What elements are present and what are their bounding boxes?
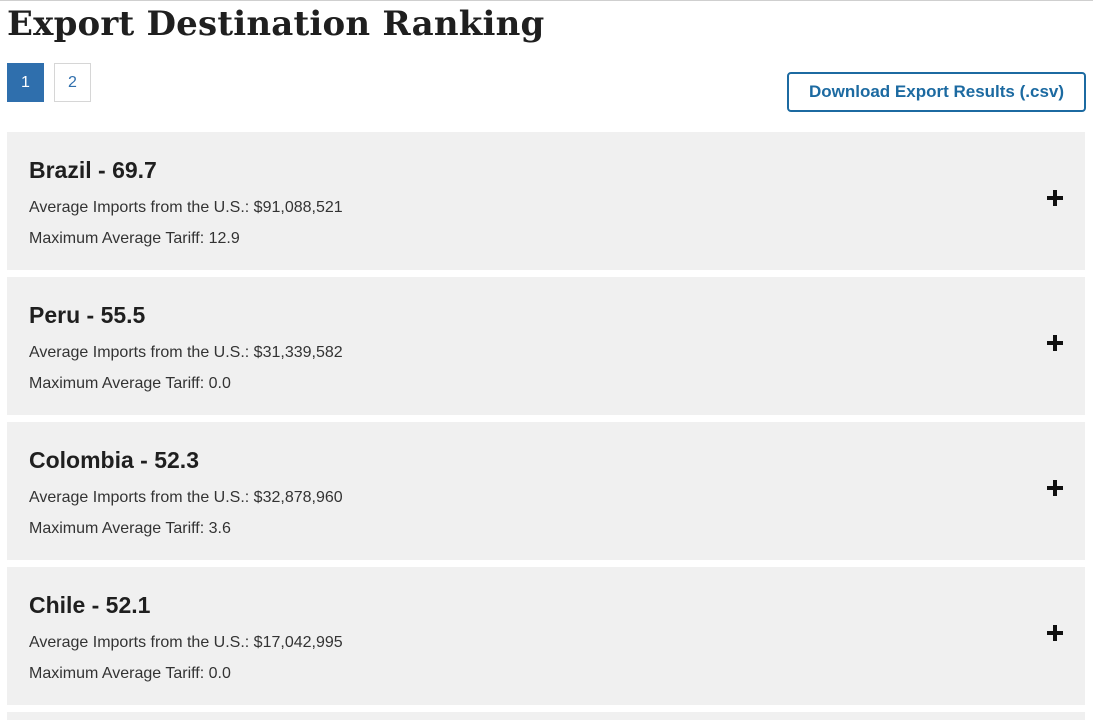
average-imports: Average Imports from the U.S.: $91,088,5… [29,199,343,216]
result-card-partial[interactable] [7,712,1085,720]
average-imports: Average Imports from the U.S.: $31,339,5… [29,344,343,361]
plus-icon[interactable] [1047,190,1063,206]
max-average-tariff: Maximum Average Tariff: 0.0 [29,375,231,392]
results-list: Brazil - 69.7 Average Imports from the U… [7,132,1085,720]
result-title: Peru - 55.5 [29,302,146,328]
result-card-chile[interactable]: Chile - 52.1 Average Imports from the U.… [7,567,1085,705]
plus-icon[interactable] [1047,480,1063,496]
page-button-2[interactable]: 2 [54,63,91,102]
top-divider [0,0,1093,1]
result-title: Chile - 52.1 [29,592,151,618]
page-button-1[interactable]: 1 [7,63,44,102]
plus-icon[interactable] [1047,335,1063,351]
max-average-tariff: Maximum Average Tariff: 12.9 [29,230,240,247]
result-card-brazil[interactable]: Brazil - 69.7 Average Imports from the U… [7,132,1085,270]
result-card-colombia[interactable]: Colombia - 52.3 Average Imports from the… [7,422,1085,560]
download-csv-button[interactable]: Download Export Results (.csv) [787,72,1086,112]
average-imports: Average Imports from the U.S.: $32,878,9… [29,489,343,506]
pagination: 1 2 [7,63,101,102]
page-title: Export Destination Ranking [7,4,545,44]
result-title: Brazil - 69.7 [29,157,157,183]
max-average-tariff: Maximum Average Tariff: 0.0 [29,665,231,682]
average-imports: Average Imports from the U.S.: $17,042,9… [29,634,343,651]
result-card-peru[interactable]: Peru - 55.5 Average Imports from the U.S… [7,277,1085,415]
result-title: Colombia - 52.3 [29,447,199,473]
max-average-tariff: Maximum Average Tariff: 3.6 [29,520,231,537]
plus-icon[interactable] [1047,625,1063,641]
